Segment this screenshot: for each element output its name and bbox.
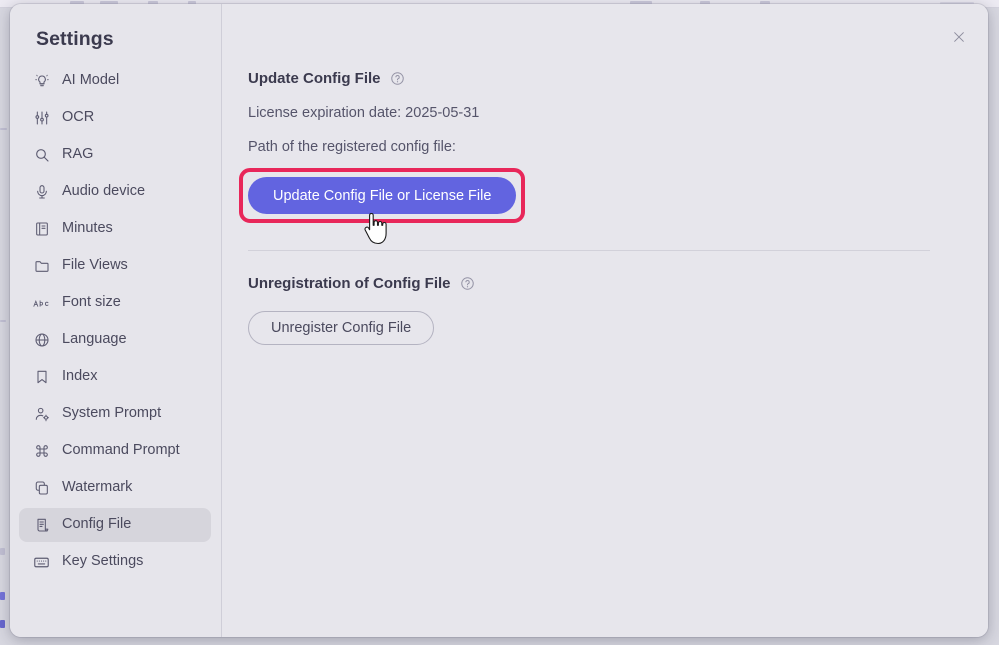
sidebar-item-label: OCR bbox=[62, 109, 95, 126]
settings-sidebar: Settings AI Model OCR RAG Audio device M… bbox=[10, 4, 222, 637]
copy-layers-icon bbox=[33, 480, 50, 497]
update-config-file-button[interactable]: Update Config File or License File bbox=[248, 177, 517, 214]
update-config-heading-row: Update Config File bbox=[248, 70, 988, 87]
scroll-icon bbox=[33, 517, 50, 534]
sidebar-item-language[interactable]: Language bbox=[19, 323, 211, 357]
sidebar-item-label: Watermark bbox=[62, 479, 133, 496]
license-expiration-text: License expiration date: 2025-05-31 bbox=[248, 105, 480, 121]
sidebar-item-label: System Prompt bbox=[62, 405, 162, 422]
backdrop-ghost-item bbox=[0, 620, 5, 628]
sidebar-item-label: Audio device bbox=[62, 183, 146, 200]
help-circle-icon[interactable] bbox=[460, 276, 475, 291]
backdrop-ghost-item bbox=[0, 548, 5, 555]
section-divider bbox=[248, 250, 930, 251]
sidebar-item-label: Minutes bbox=[62, 220, 113, 237]
sliders-icon bbox=[33, 110, 50, 127]
folder-icon bbox=[33, 258, 50, 275]
settings-content-panel: Update Config File License expiration da… bbox=[222, 4, 988, 637]
user-gear-icon bbox=[33, 406, 50, 423]
abc-icon bbox=[33, 295, 50, 312]
sidebar-item-config-file[interactable]: Config File bbox=[19, 508, 211, 542]
microphone-icon bbox=[33, 184, 50, 201]
sidebar-item-command-prompt[interactable]: Command Prompt bbox=[19, 434, 211, 468]
page-title: Settings bbox=[36, 28, 114, 50]
book-icon bbox=[33, 221, 50, 238]
bookmark-icon bbox=[33, 369, 50, 386]
command-icon bbox=[33, 443, 50, 460]
sidebar-item-label: File Views bbox=[62, 257, 128, 274]
unregister-config-file-button[interactable]: Unregister Config File bbox=[248, 311, 435, 345]
sidebar-item-label: RAG bbox=[62, 146, 94, 163]
sidebar-item-rag[interactable]: RAG bbox=[19, 138, 211, 172]
sidebar-item-label: Language bbox=[62, 331, 127, 348]
update-config-section: Update Config File License expiration da… bbox=[239, 70, 988, 223]
sidebar-item-index[interactable]: Index bbox=[19, 360, 211, 394]
sidebar-item-ocr[interactable]: OCR bbox=[19, 101, 211, 135]
backdrop-ghost-item bbox=[0, 592, 5, 600]
globe-icon bbox=[33, 332, 50, 349]
backdrop-ghost-item bbox=[0, 128, 7, 130]
sidebar-item-label: Key Settings bbox=[62, 553, 144, 570]
sidebar-item-audio-device[interactable]: Audio device bbox=[19, 175, 211, 209]
help-circle-icon[interactable] bbox=[390, 71, 405, 86]
settings-dialog: Settings AI Model OCR RAG Audio device M… bbox=[10, 4, 988, 637]
sidebar-item-ai-model[interactable]: AI Model bbox=[19, 64, 211, 98]
sidebar-item-label: AI Model bbox=[62, 72, 120, 89]
search-icon bbox=[33, 147, 50, 164]
unregister-config-section: Unregistration of Config File Unregister… bbox=[248, 275, 988, 345]
section-title: Unregistration of Config File bbox=[248, 275, 451, 292]
sidebar-item-minutes[interactable]: Minutes bbox=[19, 212, 211, 246]
sidebar-item-label: Index bbox=[62, 368, 98, 385]
sidebar-item-label: Command Prompt bbox=[62, 442, 180, 459]
close-icon[interactable] bbox=[946, 24, 972, 50]
backdrop-ghost-item bbox=[0, 320, 6, 322]
sidebar-item-font-size[interactable]: Font size bbox=[19, 286, 211, 320]
sidebar-item-watermark[interactable]: Watermark bbox=[19, 471, 211, 505]
keyboard-icon bbox=[33, 554, 50, 571]
sidebar-item-key-settings[interactable]: Key Settings bbox=[19, 545, 211, 579]
update-config-button-wrapper: Update Config File or License File bbox=[239, 168, 526, 223]
sidebar-item-file-views[interactable]: File Views bbox=[19, 249, 211, 283]
unregister-heading-row: Unregistration of Config File bbox=[248, 275, 988, 292]
section-title: Update Config File bbox=[248, 70, 381, 87]
lightbulb-icon bbox=[33, 73, 50, 90]
sidebar-item-label: Config File bbox=[62, 516, 132, 533]
sidebar-item-system-prompt[interactable]: System Prompt bbox=[19, 397, 211, 431]
config-path-text: Path of the registered config file: bbox=[248, 139, 456, 155]
sidebar-item-label: Font size bbox=[62, 294, 121, 311]
